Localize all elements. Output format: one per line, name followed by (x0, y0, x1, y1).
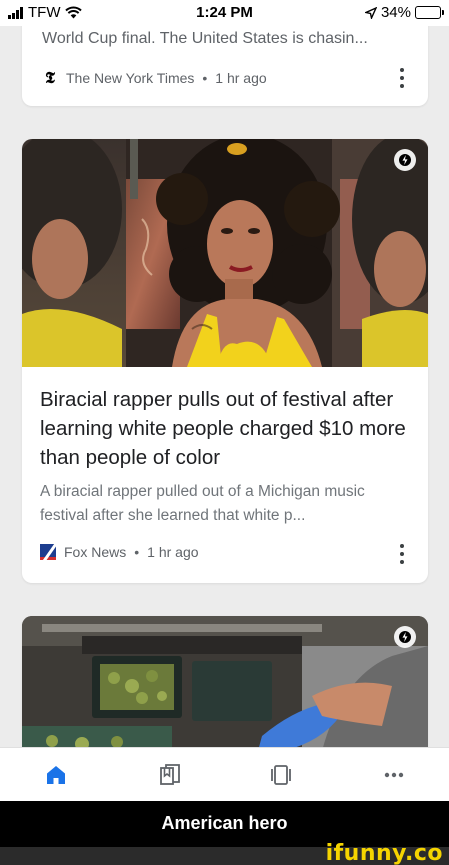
separator-dot: • (134, 544, 140, 560)
nyt-logo-icon: 𝕿 (45, 68, 55, 87)
more-options-icon[interactable] (392, 66, 412, 90)
more-options-icon[interactable] (392, 542, 412, 566)
status-bar: TFW 1:24 PM 34% (0, 0, 449, 26)
ifunny-watermark: ifunny.co (325, 841, 443, 865)
nav-more-button[interactable] (379, 762, 409, 788)
article-image[interactable] (22, 139, 428, 367)
bottom-navigation (0, 747, 449, 801)
news-card-next[interactable] (22, 616, 428, 751)
card-source-row: 𝕿 The New York Times • 1 hr ago (42, 68, 267, 88)
kitchen-photo-icon (22, 616, 428, 751)
more-icon (384, 772, 404, 778)
separator-dot: • (202, 70, 208, 86)
battery-icon (415, 6, 444, 19)
saved-icon (160, 764, 180, 785)
article-description: A biracial rapper pulled out of a Michig… (40, 483, 365, 524)
status-right: 34% (364, 4, 444, 21)
watermark-bar: ifunny.co (0, 841, 449, 865)
nav-home-button[interactable] (41, 762, 71, 788)
location-arrow-icon (364, 6, 377, 19)
home-icon (47, 766, 65, 784)
time-ago: 1 hr ago (147, 544, 199, 560)
nav-saved-button[interactable] (155, 762, 185, 788)
battery-percent: 34% (380, 4, 411, 21)
tabs-icon (271, 765, 291, 785)
nav-tabs-button[interactable] (266, 762, 296, 788)
article-headline[interactable]: Biracial rapper pulls out of festival af… (40, 385, 415, 472)
fox-news-logo-icon (40, 544, 56, 560)
amp-lightning-icon (394, 149, 416, 171)
source-name: The New York Times (66, 70, 195, 86)
woman-photo-icon (22, 139, 428, 367)
news-card-fox[interactable]: Biracial rapper pulls out of festival af… (22, 139, 428, 583)
amp-lightning-icon (394, 626, 416, 648)
article-image[interactable] (22, 616, 428, 751)
source-name: Fox News (64, 544, 127, 560)
card-snippet: World Cup final. The United States is ch… (42, 30, 368, 47)
card-source-row: Fox News • 1 hr ago (40, 544, 199, 560)
time-ago: 1 hr ago (215, 70, 267, 86)
